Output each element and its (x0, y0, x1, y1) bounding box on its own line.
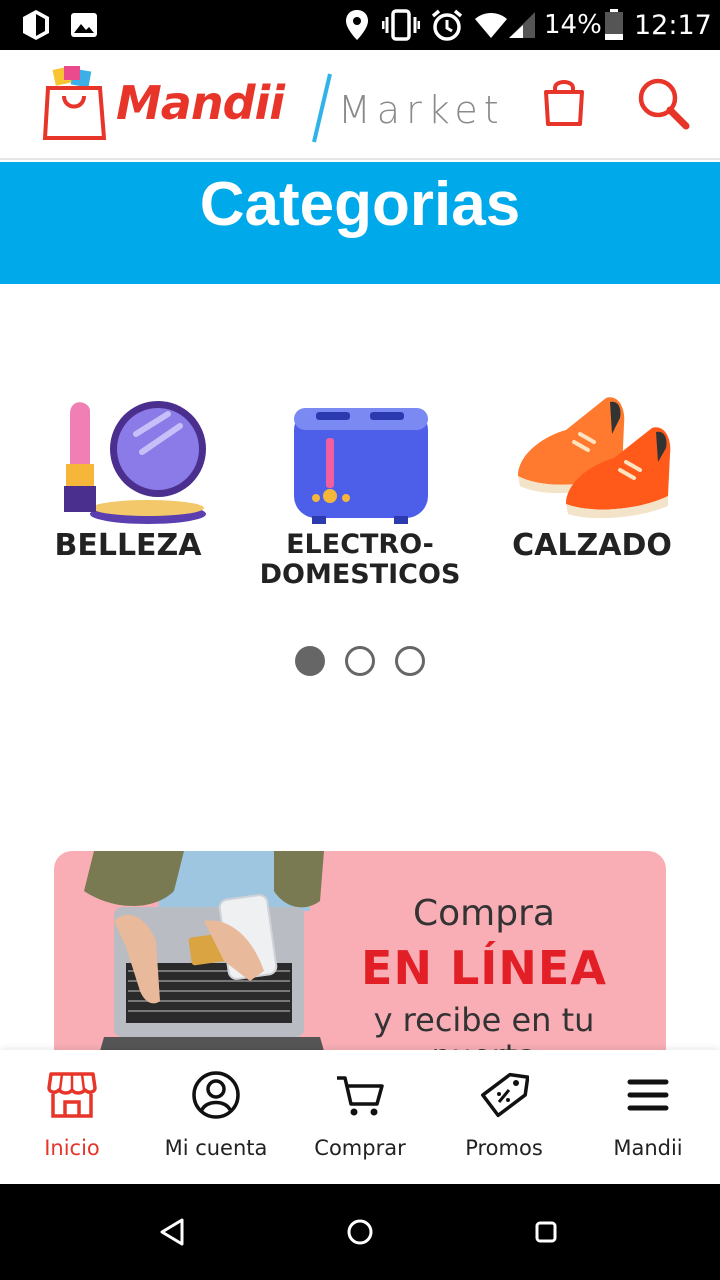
promo-line-4: puerta (339, 1037, 629, 1051)
brand-subtitle: Market (338, 88, 505, 132)
location-icon (344, 0, 370, 50)
category-label: CALZADO (512, 528, 672, 563)
promo-line-3: y recibe en tu (373, 1001, 595, 1039)
nav-label: Comprar (314, 1136, 406, 1160)
promo-line-1: Compra (413, 893, 555, 934)
nav-comprar[interactable]: Comprar (288, 1050, 432, 1184)
nav-label: Inicio (44, 1136, 100, 1160)
recents-icon[interactable] (522, 1208, 570, 1256)
categories-carousel[interactable]: BELLEZA ELECTRO- DOMESTICOS CALZADO (0, 284, 720, 724)
wifi-icon (474, 0, 508, 50)
category-electrodomesticos[interactable]: ELECTRO- DOMESTICOS (240, 384, 480, 604)
system-nav-bar (0, 1184, 720, 1280)
signal-icon (508, 0, 536, 50)
search-icon[interactable] (636, 76, 692, 132)
bottom-nav: Inicio Mi cuenta Comprar Promos Mandii (0, 1050, 720, 1184)
user-icon (191, 1070, 241, 1120)
nav-inicio[interactable]: Inicio (0, 1050, 144, 1184)
app-header: Mandii Market (0, 50, 720, 160)
category-label: BELLEZA (54, 528, 202, 563)
sneakers-icon (514, 394, 674, 522)
alarm-icon (430, 0, 464, 50)
cart-icon (335, 1070, 385, 1120)
carousel-dot-2[interactable] (345, 646, 375, 676)
carousel-dot-3[interactable] (395, 646, 425, 676)
category-belleza[interactable]: BELLEZA (8, 384, 248, 604)
nav-label: Mi cuenta (164, 1136, 268, 1160)
nav-label: Promos (465, 1136, 543, 1160)
battery-icon (604, 0, 624, 50)
status-bar: 14% 12:17 (0, 0, 720, 50)
vibrate-icon (382, 0, 420, 50)
nav-label: Mandii (613, 1136, 683, 1160)
shield-icon (20, 0, 52, 50)
mandii-logo-bag-icon[interactable] (42, 66, 108, 142)
store-icon (47, 1070, 97, 1120)
promo-line-2: EN LÍNEA (361, 941, 607, 995)
image-icon (70, 0, 98, 50)
categories-title: Categorias (199, 170, 521, 239)
back-icon[interactable] (148, 1208, 196, 1256)
category-label-line1: ELECTRO- (286, 529, 434, 560)
carousel-dot-1[interactable] (295, 646, 325, 676)
tag-icon (479, 1070, 530, 1120)
category-label-line2: DOMESTICOS (259, 559, 461, 590)
clock: 12:17 (634, 9, 712, 41)
laptop-shopping-image (74, 851, 344, 1051)
home-icon[interactable] (336, 1208, 384, 1256)
nav-mandii[interactable]: Mandii (576, 1050, 720, 1184)
brand-divider (312, 73, 332, 143)
category-calzado[interactable]: CALZADO (472, 384, 712, 604)
shopping-bag-icon[interactable] (540, 76, 588, 128)
battery-percent: 14% (544, 10, 602, 40)
lipstick-mirror-icon (58, 394, 208, 524)
promo-banner[interactable]: Compra EN LÍNEA y recibe en tu puerta (54, 851, 666, 1051)
toaster-icon (290, 398, 432, 526)
brand-name[interactable]: Mandii (116, 76, 285, 130)
categories-banner: Categorias (0, 162, 720, 284)
menu-icon (623, 1070, 673, 1120)
nav-mi-cuenta[interactable]: Mi cuenta (144, 1050, 288, 1184)
nav-promos[interactable]: Promos (432, 1050, 576, 1184)
